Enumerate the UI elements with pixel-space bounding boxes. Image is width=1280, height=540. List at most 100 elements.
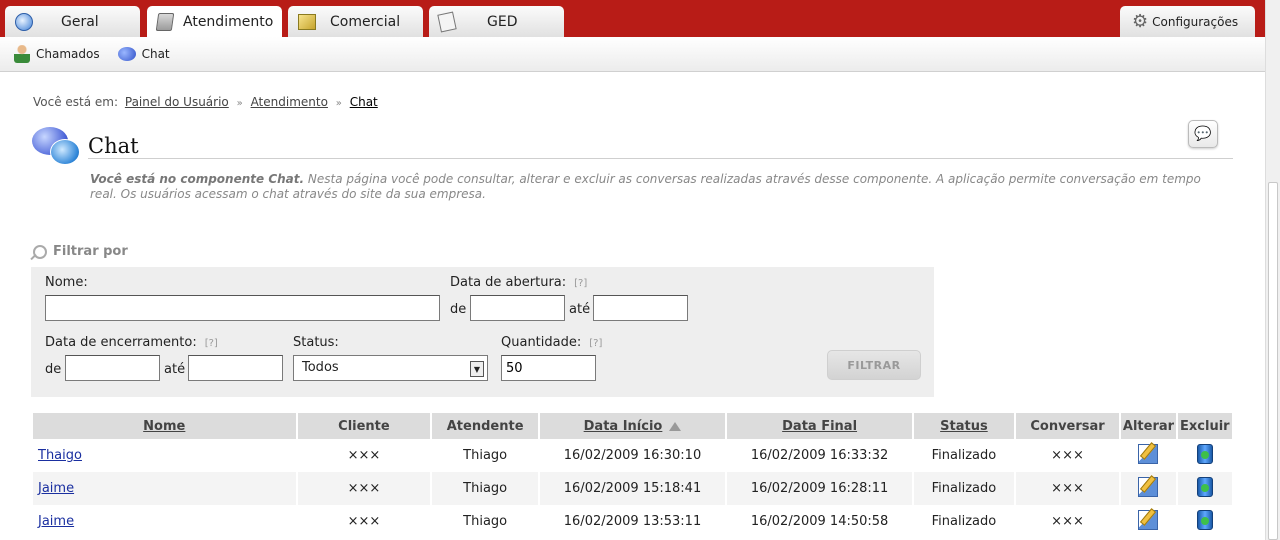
tab-label: Comercial: [330, 13, 401, 30]
column-header-nome[interactable]: Nome: [33, 413, 296, 439]
cell-data-inicio: 16/02/2009 13:53:11: [563, 514, 702, 529]
abertura-ate-input[interactable]: [593, 295, 688, 321]
magnifier-icon: [33, 244, 47, 259]
subnav-label: Chamados: [36, 47, 100, 61]
subnav-item-chat[interactable]: Chat: [117, 47, 170, 61]
column-header-status[interactable]: Status: [914, 413, 1014, 439]
page-title: Chat: [88, 134, 139, 158]
edit-icon[interactable]: [1138, 476, 1159, 497]
chat-bubbles-icon: [117, 47, 136, 61]
cell-status: Finalizado: [931, 448, 997, 463]
filter-heading: Filtrar por: [33, 244, 128, 259]
nome-input[interactable]: [45, 295, 440, 321]
sort-link-data-final[interactable]: Data Final: [782, 419, 857, 434]
table-row: Jaime ××× Thiago 16/02/2009 15:18:41 16/…: [33, 472, 1232, 505]
cell-cliente: ×××: [347, 448, 381, 463]
sort-link-nome[interactable]: Nome: [143, 419, 185, 434]
cell-excluir: [1177, 472, 1232, 505]
nome-link[interactable]: Jaime: [38, 481, 74, 496]
tab-label: Atendimento: [183, 13, 274, 30]
quantidade-help[interactable]: [?]: [589, 338, 602, 349]
abertura-label: Data de abertura: [?]: [450, 275, 587, 290]
encerramento-ate-label: até: [164, 362, 186, 377]
cell-atendente: Thiago: [432, 472, 538, 505]
cell-excluir: [1178, 439, 1232, 472]
column-header-atendente: Atendente: [432, 413, 538, 439]
nome-link[interactable]: Jaime: [38, 514, 74, 529]
chat-logo-icon: [32, 127, 80, 165]
delete-trash-icon[interactable]: [1196, 476, 1213, 497]
cell-atendente: Thiago: [463, 448, 508, 463]
filtrar-button[interactable]: FILTRAR: [827, 350, 921, 380]
edit-icon[interactable]: [1138, 443, 1159, 464]
encerramento-ate-input[interactable]: [188, 355, 283, 381]
cell-cliente: ×××: [297, 472, 431, 505]
configuracoes-label: Configurações: [1152, 14, 1239, 29]
breadcrumb-link-atendimento[interactable]: Atendimento: [251, 95, 328, 109]
sort-link-status[interactable]: Status: [940, 419, 988, 434]
chat-table: Nome Cliente Atendente Data Início Data …: [31, 413, 1234, 538]
status-select[interactable]: Todos ▼: [293, 355, 488, 381]
table-header-row: Nome Cliente Atendente Data Início Data …: [33, 413, 1232, 439]
cell-excluir: [1178, 505, 1232, 538]
cell-cliente: ×××: [347, 514, 381, 529]
scrollbar-thumb[interactable]: [1268, 182, 1278, 540]
column-header-data-inicio[interactable]: Data Início: [539, 413, 726, 439]
delete-trash-icon[interactable]: [1196, 443, 1213, 464]
breadcrumb-current[interactable]: Chat: [350, 95, 378, 109]
cell-alterar: [1121, 439, 1175, 472]
delete-trash-icon[interactable]: [1196, 509, 1213, 530]
quantidade-label-text: Quantidade:: [501, 335, 582, 350]
edit-icon[interactable]: [1138, 509, 1159, 530]
cell-conversar: ×××: [1015, 472, 1120, 505]
nome-link[interactable]: Thaigo: [38, 448, 82, 463]
subnav-label: Chat: [141, 47, 170, 61]
abertura-de-input[interactable]: [470, 295, 565, 321]
table-row: Jaime ××× Thiago 16/02/2009 13:53:11 16/…: [33, 505, 1232, 538]
title-divider: [88, 158, 1233, 159]
cell-alterar: [1121, 505, 1175, 538]
status-selected-value: Todos: [302, 360, 339, 375]
tab-geral[interactable]: Geral: [5, 6, 140, 37]
nome-label: Nome:: [45, 275, 88, 290]
column-header-conversar: Conversar: [1015, 413, 1120, 439]
encerramento-label-text: Data de encerramento:: [45, 335, 197, 350]
cell-status: Finalizado: [914, 472, 1014, 505]
chevron-down-icon[interactable]: ▼: [470, 361, 484, 377]
breadcrumb-prefix: Você está em:: [33, 95, 119, 109]
vertical-scrollbar[interactable]: [1265, 0, 1280, 540]
cell-data-inicio: 16/02/2009 16:30:10: [563, 448, 702, 463]
quantidade-label: Quantidade: [?]: [501, 335, 602, 350]
sub-navigation: Chamados Chat: [0, 37, 1266, 72]
abertura-help[interactable]: [?]: [574, 278, 587, 289]
globe-icon: [15, 12, 33, 31]
tab-ged[interactable]: GED: [429, 6, 564, 37]
cell-status: Finalizado: [931, 514, 997, 529]
tab-atendimento[interactable]: Atendimento: [147, 6, 282, 37]
sort-ascending-icon: [669, 421, 682, 431]
cell-data-final: 16/02/2009 16:28:11: [727, 472, 913, 505]
encerramento-de-label: de: [45, 362, 62, 377]
abertura-ate-label: até: [569, 302, 591, 317]
breadcrumb-link-painel[interactable]: Painel do Usuário: [125, 95, 229, 109]
cell-conversar: ×××: [1051, 514, 1084, 529]
column-header-alterar: Alterar: [1121, 413, 1176, 439]
configuracoes-button[interactable]: ⚙ Configurações: [1120, 6, 1255, 37]
gear-icon: ⚙: [1132, 10, 1149, 32]
encerramento-de-input[interactable]: [65, 355, 160, 381]
sort-link-data-inicio[interactable]: Data Início: [584, 419, 663, 434]
quantidade-input[interactable]: [501, 355, 596, 381]
person-icon: [14, 45, 30, 63]
encerramento-help[interactable]: [?]: [205, 338, 218, 349]
help-speech-bubble-icon[interactable]: 💬: [1188, 120, 1218, 148]
tab-comercial[interactable]: Comercial: [288, 6, 423, 37]
cell-nome: Jaime: [33, 472, 296, 505]
cell-atendente: Thiago: [463, 514, 508, 529]
table-row: Thaigo ××× Thiago 16/02/2009 16:30:10 16…: [33, 439, 1232, 472]
chart-icon: [298, 13, 316, 30]
description-bold: Você está no componente Chat.: [90, 172, 305, 186]
subnav-item-chamados[interactable]: Chamados: [14, 45, 100, 63]
cell-alterar: [1121, 472, 1176, 505]
abertura-label-text: Data de abertura:: [450, 275, 567, 290]
column-header-data-final[interactable]: Data Final: [727, 413, 913, 439]
